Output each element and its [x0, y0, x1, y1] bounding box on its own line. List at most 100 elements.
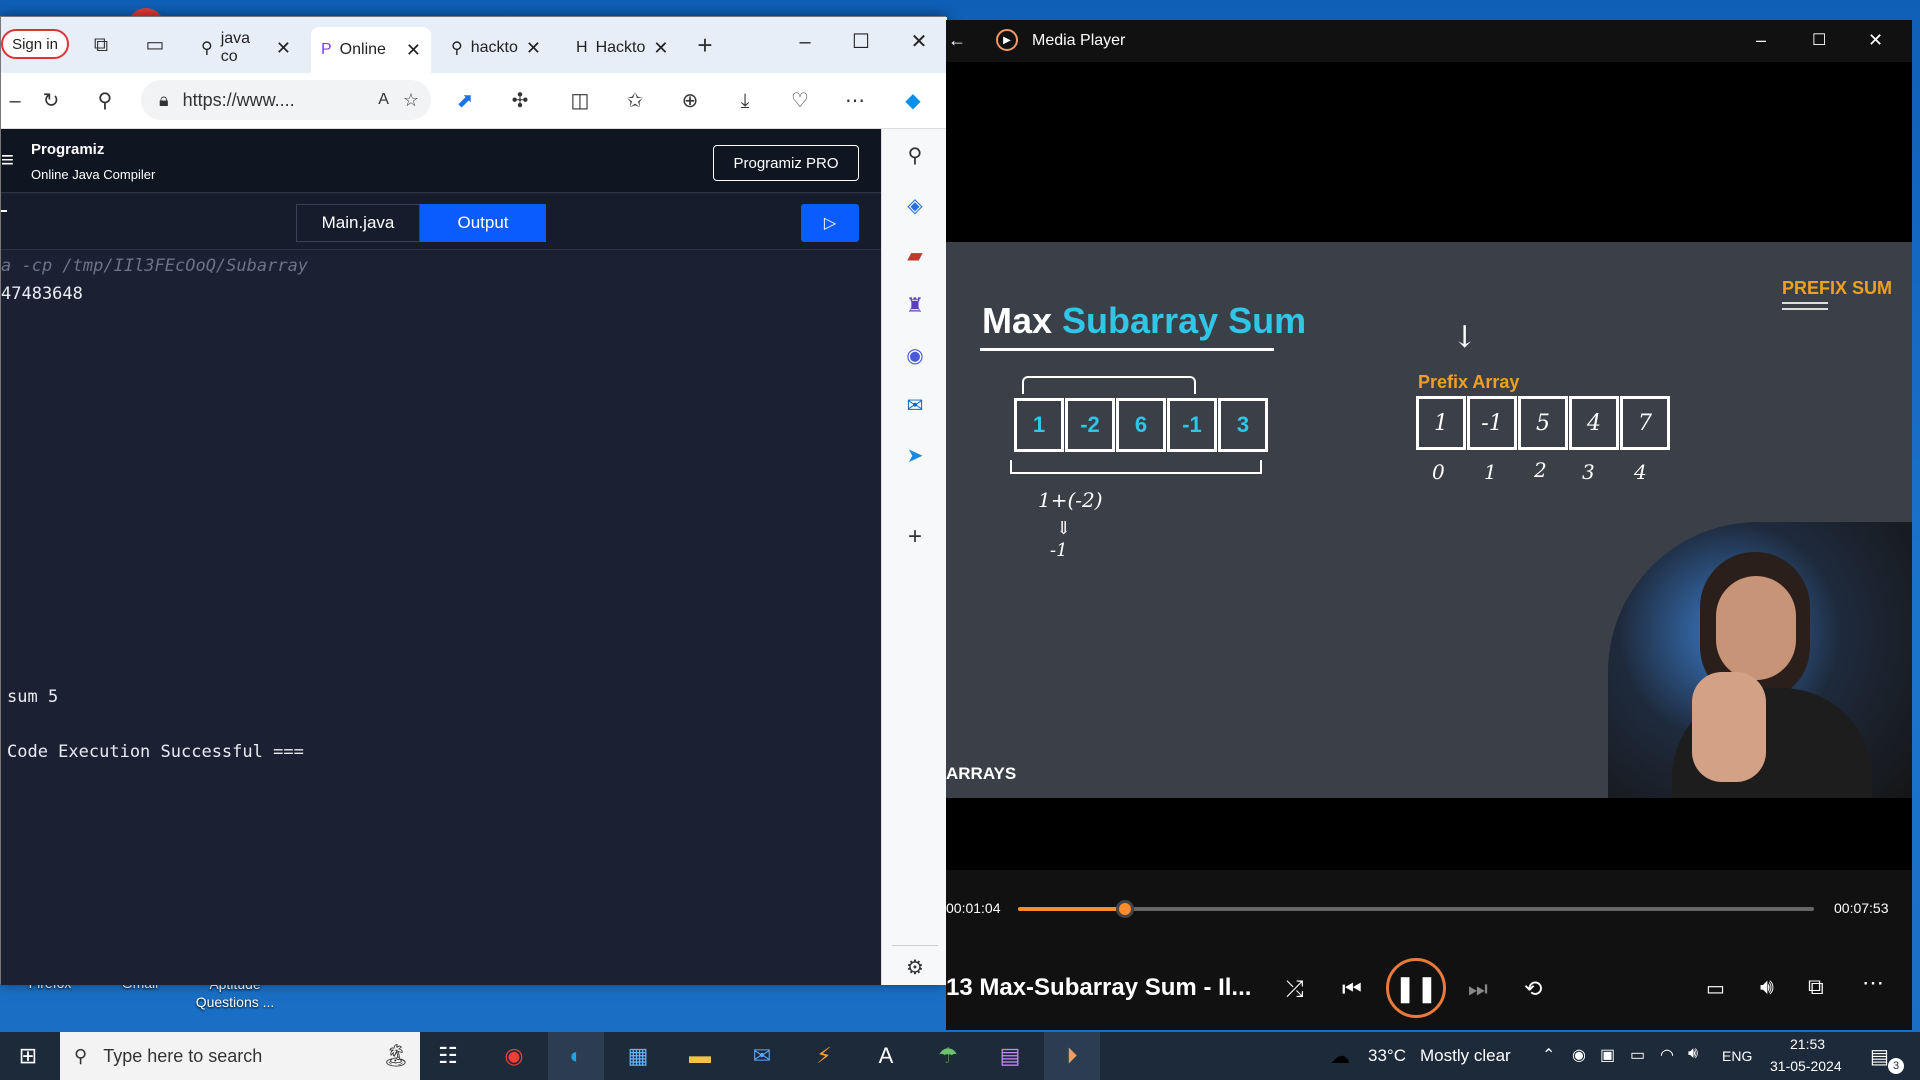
- minimize-button[interactable]: –: [1756, 30, 1766, 51]
- index-label: 3: [1582, 460, 1595, 484]
- copilot-icon[interactable]: ◆: [899, 87, 927, 115]
- maximize-button[interactable]: ☐: [841, 25, 881, 59]
- back-arrow-icon[interactable]: ←: [948, 30, 966, 51]
- tray-icon[interactable]: ◉: [1572, 1045, 1586, 1065]
- language-indicator[interactable]: ENG: [1722, 1048, 1752, 1064]
- shuffle-icon[interactable]: ⤮: [1286, 976, 1304, 1002]
- tab-java-compiler[interactable]: ⚲ java co ✕: [191, 30, 301, 65]
- split-screen-icon[interactable]: ◫: [566, 87, 594, 115]
- clock-time[interactable]: 21:53: [1790, 1036, 1825, 1052]
- volume-icon[interactable]: 🔊︎: [1760, 974, 1774, 1000]
- read-aloud-icon[interactable]: A: [378, 91, 389, 109]
- url-field[interactable]: 🔒︎ https://www.... A ☆: [141, 80, 431, 120]
- collapse-icon[interactable]: [1, 210, 7, 212]
- index-label: 2: [1534, 458, 1547, 482]
- font-app-icon[interactable]: A: [858, 1032, 914, 1080]
- back-icon[interactable]: –: [1, 87, 29, 115]
- search-icon[interactable]: ⚲: [91, 87, 119, 115]
- task-view-icon[interactable]: ☷: [420, 1032, 476, 1080]
- edge-icon[interactable]: ◐: [548, 1032, 604, 1080]
- minimize-button[interactable]: –: [785, 25, 825, 59]
- close-window-button[interactable]: ✕: [1868, 30, 1883, 51]
- tools-icon[interactable]: ▰: [882, 243, 948, 268]
- menu-icon[interactable]: ≡: [1, 147, 14, 173]
- index-label: 0: [1432, 460, 1445, 484]
- tab-hackto-2[interactable]: H Hackto ✕: [566, 31, 676, 65]
- editor-tab-bar: Main.java Output ▷: [1, 194, 881, 250]
- chrome-icon[interactable]: ◉: [486, 1032, 542, 1080]
- store-icon[interactable]: ▦: [610, 1032, 666, 1080]
- more-icon[interactable]: ⋯: [841, 87, 869, 115]
- weather-icon[interactable]: ☁: [1330, 1044, 1350, 1069]
- mail-icon[interactable]: ✉: [734, 1032, 790, 1080]
- miniplayer-icon[interactable]: ⧉: [1808, 974, 1824, 1000]
- winrar-icon[interactable]: ▤: [982, 1032, 1038, 1080]
- new-tab-button[interactable]: +: [691, 31, 719, 59]
- performance-icon[interactable]: ♡: [786, 87, 814, 115]
- app-icon[interactable]: ⚡︎: [796, 1032, 852, 1080]
- tab-online-compiler[interactable]: P Online ✕: [311, 27, 431, 73]
- close-icon[interactable]: ✕: [653, 38, 668, 59]
- extensions-puzzle-icon[interactable]: ✣: [506, 87, 534, 115]
- repeat-icon[interactable]: ⟲: [1524, 976, 1542, 1002]
- programiz-pro-button[interactable]: Programiz PRO: [713, 145, 859, 181]
- sign-in-button[interactable]: Sign in: [1, 29, 69, 59]
- close-icon[interactable]: ✕: [276, 38, 291, 59]
- meet-icon[interactable]: ▣: [1600, 1045, 1615, 1065]
- settings-gear-icon[interactable]: ⚙: [882, 955, 948, 980]
- weather-desc[interactable]: Mostly clear: [1420, 1046, 1511, 1066]
- add-icon[interactable]: +: [882, 523, 948, 551]
- outlook-icon[interactable]: ✉: [882, 393, 948, 418]
- run-button[interactable]: ▷: [801, 204, 859, 242]
- search-icon[interactable]: ⚲: [882, 143, 948, 168]
- refresh-icon[interactable]: ↻: [37, 87, 65, 115]
- drop-icon[interactable]: ➤: [882, 443, 948, 468]
- extension-icon[interactable]: ⬈: [451, 87, 479, 115]
- search-icon: ⚲: [451, 40, 463, 57]
- more-icon[interactable]: ⋯: [1862, 970, 1884, 996]
- collections-icon[interactable]: ⊕: [676, 87, 704, 115]
- downloads-icon[interactable]: ⤓: [731, 87, 759, 115]
- tab-main-java[interactable]: Main.java: [296, 204, 420, 242]
- tab-output[interactable]: Output: [420, 204, 546, 242]
- previous-icon[interactable]: ⏮: [1342, 976, 1362, 1002]
- close-icon[interactable]: ✕: [526, 38, 541, 59]
- search-placeholder: Type here to search: [103, 1045, 263, 1066]
- app-icon[interactable]: ☂: [920, 1032, 976, 1080]
- battery-icon[interactable]: ▭: [1630, 1045, 1645, 1065]
- video-frame[interactable]: PREFIX SUM Max Subarray Sum 1 -2 6 -1 3 …: [946, 242, 1912, 798]
- weather-temp[interactable]: 33°C: [1368, 1046, 1406, 1066]
- underline: [1782, 302, 1828, 304]
- tab-hackto-1[interactable]: ⚲ hackto ✕: [441, 31, 551, 65]
- taskbar-search-box[interactable]: ⚲ Type here to search 🏝︎: [60, 1032, 420, 1080]
- shopping-tag-icon[interactable]: ◈: [882, 193, 948, 218]
- console-success-line: Code Execution Successful ===: [7, 742, 304, 762]
- windows-start-icon[interactable]: ⊞: [0, 1032, 56, 1080]
- chevron-up-icon[interactable]: ⌃: [1542, 1045, 1555, 1065]
- favorite-star-icon[interactable]: ☆: [403, 90, 419, 111]
- clock-date[interactable]: 31-05-2024: [1770, 1058, 1842, 1074]
- wifi-icon[interactable]: ◠: [1660, 1045, 1674, 1065]
- seek-bar[interactable]: [1018, 900, 1814, 918]
- notifications-icon[interactable]: ▤: [1870, 1044, 1889, 1069]
- notification-badge: 3: [1888, 1058, 1904, 1074]
- edge-sidebar: ⚲ ◈ ▰ ♜ ◉ ✉ ➤ + ⚙: [881, 129, 947, 985]
- games-icon[interactable]: ♜: [882, 293, 948, 318]
- favorites-icon[interactable]: ✩: [621, 87, 649, 115]
- maximize-button[interactable]: ☐: [1812, 30, 1826, 50]
- handwritten-arrow: ↓: [1452, 320, 1478, 355]
- speaker-icon[interactable]: 🔊︎: [1688, 1045, 1698, 1063]
- m365-icon[interactable]: ◉: [882, 343, 948, 368]
- close-window-button[interactable]: ✕: [899, 25, 939, 59]
- seek-bar-progress: [1018, 907, 1126, 911]
- programiz-logo[interactable]: Programiz: [31, 141, 104, 158]
- tab-actions-icon[interactable]: ▭: [141, 31, 169, 59]
- next-icon[interactable]: ⏭: [1468, 976, 1488, 1002]
- seek-bar-thumb[interactable]: [1116, 900, 1135, 918]
- close-icon[interactable]: ✕: [406, 40, 421, 61]
- pause-button[interactable]: ❚❚: [1386, 958, 1446, 1018]
- subtitles-icon[interactable]: ▭: [1706, 976, 1725, 1001]
- file-explorer-icon[interactable]: ▬: [672, 1032, 728, 1080]
- collections-icon[interactable]: ⧉: [87, 31, 115, 59]
- media-player-taskbar-icon[interactable]: ⏵: [1044, 1032, 1100, 1080]
